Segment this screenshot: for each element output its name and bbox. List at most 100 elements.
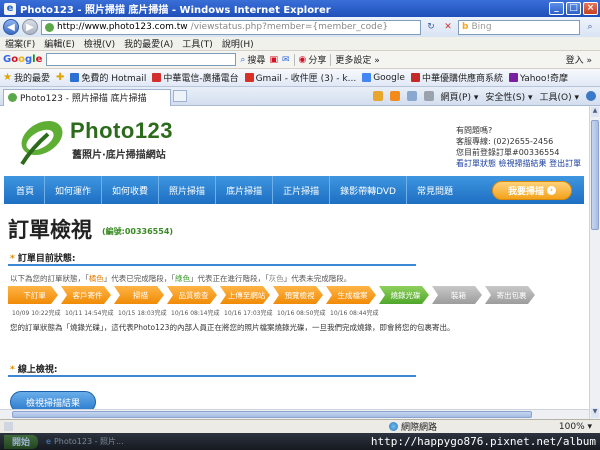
favorite-link[interactable]: Yahoo!奇摩 bbox=[508, 71, 568, 84]
search-box[interactable]: b Bing bbox=[458, 19, 580, 35]
ie-icon: e bbox=[46, 437, 51, 446]
toolbar-icon[interactable]: ✉ bbox=[282, 55, 290, 65]
search-placeholder: Bing bbox=[471, 22, 492, 32]
stop-icon[interactable]: ✕ bbox=[441, 20, 455, 34]
watermark: http://happygo876.pixnet.net/album bbox=[370, 435, 596, 448]
step-preview: 預覽檢視 bbox=[273, 286, 323, 304]
nav-pricing[interactable]: 如何收費 bbox=[102, 176, 160, 204]
cht-icon bbox=[152, 73, 162, 82]
favorite-link[interactable]: 中華優購供應商系統 bbox=[410, 71, 503, 84]
menu-file[interactable]: 檔案(F) bbox=[5, 37, 35, 50]
step-packing: 裝箱 bbox=[432, 286, 482, 304]
nav-photo-scan[interactable]: 照片掃描 bbox=[159, 176, 217, 204]
home-icon[interactable] bbox=[372, 91, 383, 101]
step-time: 10/15 18:03完成 bbox=[118, 310, 167, 317]
star-icon: ★ bbox=[3, 72, 12, 83]
command-bar: 網頁(P) ▾ 安全性(S) ▾ 工具(O) ▾ bbox=[372, 90, 600, 103]
zoom-level[interactable]: 100% ▾ bbox=[559, 422, 600, 432]
supplier-icon bbox=[410, 73, 420, 82]
favorite-link[interactable]: Gmail - 收件匣 (3) - k... bbox=[244, 71, 356, 84]
online-view-heading: * 線上檢視: bbox=[10, 365, 58, 375]
globe-icon bbox=[389, 422, 398, 431]
tab-photo123[interactable]: Photo123 - 照片掃描 底片掃描 bbox=[3, 88, 171, 106]
step-time: 10/11 14:54完成 bbox=[65, 310, 114, 317]
step-upload: 上傳至網站 bbox=[220, 286, 270, 304]
page-viewport: Photo123 舊照片·底片掃描網站 有問題嗎? 客服專線: (02)2655… bbox=[0, 106, 600, 419]
add-favorite-icon[interactable]: ✚ bbox=[56, 72, 64, 83]
vertical-scrollbar[interactable]: ▲ ▼ bbox=[589, 106, 600, 419]
step-burn-disc: 燒錄光碟 bbox=[379, 286, 429, 304]
google-search-button[interactable]: ⌕ 搜尋 bbox=[240, 53, 265, 67]
menu-bar: 檔案(F) 編輯(E) 檢視(V) 我的最愛(A) 工具(T) 說明(H) bbox=[0, 37, 600, 51]
nav-how-it-works[interactable]: 如何運作 bbox=[45, 176, 103, 204]
nav-slide-scan[interactable]: 正片掃描 bbox=[273, 176, 331, 204]
step-customer-ship: 客戶寄件 bbox=[61, 286, 111, 304]
back-button[interactable]: ◀ bbox=[3, 19, 19, 35]
toolbar-divider bbox=[330, 53, 332, 66]
contact-panel: 有問題嗎? 客服專線: (02)2655-2456 您目前登錄訂單#003365… bbox=[456, 125, 581, 169]
search-icon[interactable]: ⌕ bbox=[583, 20, 597, 34]
menu-edit[interactable]: 編輯(E) bbox=[44, 37, 75, 50]
toolbar-icon[interactable]: ▣ bbox=[269, 55, 278, 65]
step-generate-files: 生成檔案 bbox=[326, 286, 376, 304]
site-tagline: 舊照片·底片掃描網站 bbox=[72, 150, 166, 161]
status-legend: 以下為您的訂單狀態，「橘色」代表已完成階段，「綠色」代表正在進行階段，「灰色」代… bbox=[10, 274, 352, 283]
search-icon: ⌕ bbox=[240, 54, 246, 65]
nav-home[interactable]: 首頁 bbox=[4, 176, 46, 204]
google-search-input[interactable] bbox=[46, 53, 237, 66]
nav-negative-scan[interactable]: 底片掃描 bbox=[216, 176, 274, 204]
step-time: 10/09 10:22完成 bbox=[12, 310, 61, 317]
status-heading: * 訂單目前狀態: bbox=[10, 254, 76, 264]
start-button[interactable]: 開始 bbox=[4, 434, 39, 449]
page-icon bbox=[45, 22, 54, 32]
yahoo-icon bbox=[508, 73, 518, 82]
maximize-button[interactable]: □ bbox=[566, 2, 581, 15]
menu-help[interactable]: 說明(H) bbox=[222, 37, 254, 50]
step-place-order: 下訂單 bbox=[8, 286, 58, 304]
address-bar: ◀ ▶ http://www.photo123.com.tw/viewstatu… bbox=[0, 17, 600, 37]
menu-view[interactable]: 檢視(V) bbox=[84, 37, 115, 50]
nav-faq[interactable]: 常見問題 bbox=[407, 176, 463, 204]
arrow-right-icon: › bbox=[547, 185, 556, 195]
scroll-up-icon[interactable]: ▲ bbox=[591, 107, 599, 117]
window-title-bar[interactable]: e Photo123 - 照片掃描 底片掃描 - Windows Interne… bbox=[0, 0, 600, 17]
close-button[interactable]: × bbox=[583, 2, 598, 15]
safety-menu[interactable]: 安全性(S) ▾ bbox=[485, 90, 532, 103]
help-icon[interactable] bbox=[586, 91, 596, 101]
new-tab-button[interactable] bbox=[173, 90, 187, 102]
ie-icon: e bbox=[4, 2, 16, 15]
google-login-button[interactable]: 登入 » bbox=[566, 53, 600, 66]
favorite-link[interactable]: Google bbox=[362, 73, 405, 83]
taskbar-item[interactable]: e Photo123 - 照片... bbox=[46, 436, 124, 447]
favorite-link[interactable]: 中華電信-廣播電台 bbox=[152, 71, 239, 84]
start-scan-button[interactable]: 我要掃描 › bbox=[492, 180, 572, 200]
site-header: Photo123 舊照片·底片掃描網站 有問題嗎? 客服專線: (02)2655… bbox=[0, 106, 589, 174]
favorites-button[interactable]: ★ 我的最愛 bbox=[3, 71, 50, 84]
horizontal-scrollbar[interactable] bbox=[0, 409, 589, 419]
forward-button[interactable]: ▶ bbox=[22, 19, 38, 35]
step-time: 10/16 08:50完成 bbox=[277, 310, 326, 317]
section-divider bbox=[8, 375, 416, 377]
order-links[interactable]: 看訂單狀態 檢視掃描結果 登出訂單 bbox=[456, 158, 581, 169]
refresh-icon[interactable]: ↻ bbox=[424, 20, 438, 34]
scroll-thumb[interactable] bbox=[12, 411, 532, 418]
minimize-button[interactable]: _ bbox=[549, 2, 564, 15]
security-zone[interactable]: 網際網路 bbox=[389, 420, 437, 433]
page-status-icon bbox=[4, 422, 13, 431]
scroll-down-icon[interactable]: ▼ bbox=[591, 408, 599, 418]
mail-icon[interactable] bbox=[406, 91, 417, 101]
hotmail-icon bbox=[70, 73, 80, 82]
page-menu[interactable]: 網頁(P) ▾ bbox=[441, 90, 479, 103]
scroll-thumb[interactable] bbox=[591, 120, 599, 230]
feeds-icon[interactable] bbox=[389, 91, 400, 101]
print-icon[interactable] bbox=[423, 91, 434, 101]
menu-tools[interactable]: 工具(T) bbox=[182, 37, 213, 50]
url-field[interactable]: http://www.photo123.com.tw/viewstatus.ph… bbox=[41, 19, 421, 35]
nav-video-to-dvd[interactable]: 錄影帶轉DVD bbox=[330, 176, 407, 204]
favorite-link[interactable]: 免費的 Hotmail bbox=[70, 71, 146, 84]
menu-favorites[interactable]: 我的最愛(A) bbox=[124, 37, 173, 50]
tools-menu[interactable]: 工具(O) ▾ bbox=[540, 90, 580, 103]
step-ship-package: 寄出包裹 bbox=[485, 286, 535, 304]
google-more-settings[interactable]: 更多設定 » bbox=[335, 53, 379, 66]
google-share-button[interactable]: ◉ 分享 bbox=[299, 53, 327, 67]
